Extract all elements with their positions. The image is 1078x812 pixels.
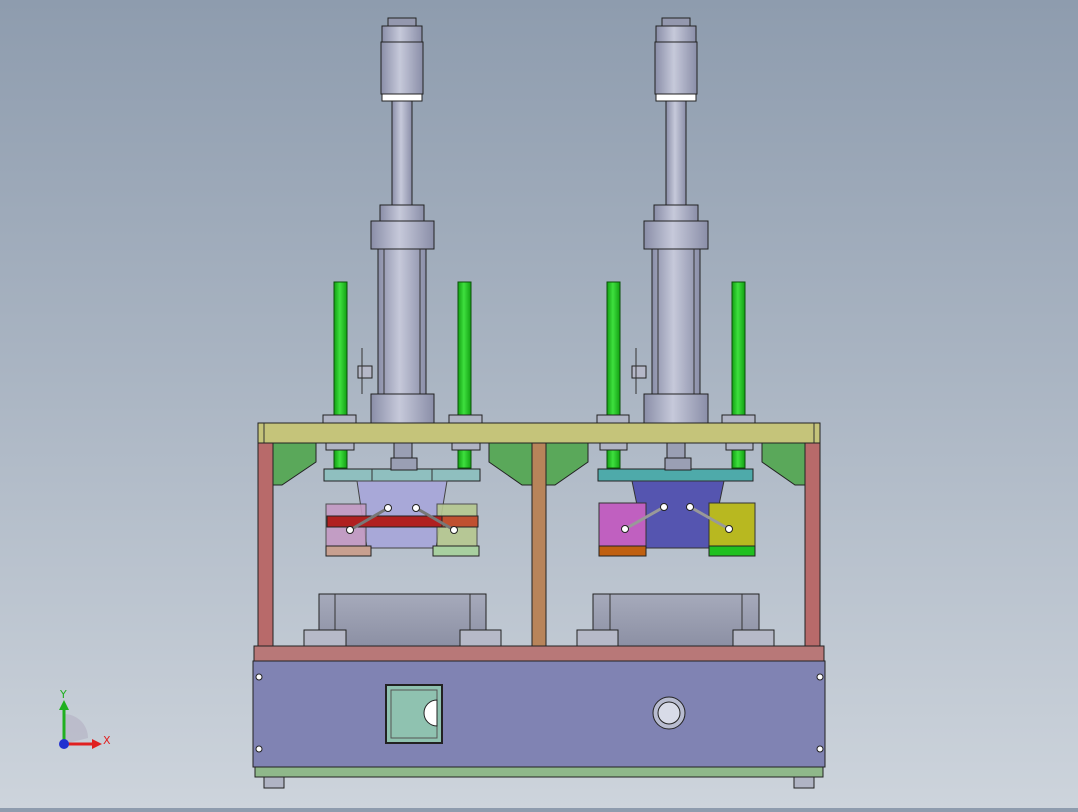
right-cylinder-barrel bbox=[651, 248, 701, 395]
foot-left bbox=[263, 776, 285, 789]
right-rod-collar bbox=[653, 204, 699, 222]
right-cylinder-cap bbox=[654, 41, 698, 95]
left-cylinder-ring bbox=[381, 93, 423, 102]
right-piston-rod bbox=[665, 100, 687, 206]
base-housing bbox=[252, 660, 826, 768]
left-piston-rod bbox=[391, 100, 413, 206]
left-cylinder-barrel bbox=[377, 248, 427, 395]
left-fixture[interactable] bbox=[303, 593, 502, 647]
right-cylinder-fitting bbox=[631, 365, 647, 379]
y-axis-label: Y bbox=[59, 688, 67, 701]
left-cylinder-base bbox=[370, 393, 435, 424]
right-die-assembly[interactable] bbox=[597, 457, 756, 557]
base-bottom-rail bbox=[254, 766, 824, 778]
right-fixture[interactable] bbox=[576, 593, 775, 647]
z-axis-dot bbox=[59, 739, 69, 749]
right-air-cylinder[interactable] bbox=[631, 17, 709, 424]
right-side-block-right bbox=[708, 502, 756, 548]
gusset-center-left bbox=[488, 442, 533, 486]
left-die-assembly[interactable] bbox=[323, 457, 481, 557]
right-cylinder-nut bbox=[655, 25, 697, 43]
assembly-drawing: Y X bbox=[59, 17, 826, 789]
left-cylinder-nut bbox=[381, 25, 423, 43]
gusset-center-right bbox=[545, 442, 589, 486]
left-air-cylinder[interactable] bbox=[357, 17, 435, 424]
machine-base[interactable] bbox=[252, 645, 826, 789]
left-cylinder-fitting bbox=[357, 365, 373, 379]
frame-top-plate bbox=[257, 422, 821, 444]
right-cylinder-base bbox=[643, 393, 709, 424]
x-axis-label: X bbox=[103, 734, 111, 747]
foot-right bbox=[793, 776, 815, 789]
base-cable-port[interactable] bbox=[652, 696, 686, 730]
left-cylinder-cap bbox=[380, 41, 424, 95]
left-die-plate bbox=[323, 468, 481, 482]
left-die-body bbox=[356, 480, 448, 549]
left-rod-collar bbox=[379, 204, 425, 222]
right-die-plate bbox=[597, 468, 754, 482]
gusset-left bbox=[272, 442, 317, 486]
cad-viewport[interactable]: Y X bbox=[0, 0, 1078, 808]
frame-post-center bbox=[531, 442, 547, 647]
frame-post-right bbox=[804, 442, 821, 647]
base-window[interactable] bbox=[385, 684, 443, 744]
left-cylinder-head bbox=[370, 220, 435, 250]
gusset-right bbox=[761, 442, 806, 486]
coordinate-triad: Y X bbox=[59, 688, 111, 749]
right-cylinder-head bbox=[643, 220, 709, 250]
right-side-block-left bbox=[598, 502, 647, 548]
frame-post-left bbox=[257, 442, 274, 647]
base-top-rail bbox=[253, 645, 825, 662]
right-cylinder-ring bbox=[655, 93, 697, 102]
